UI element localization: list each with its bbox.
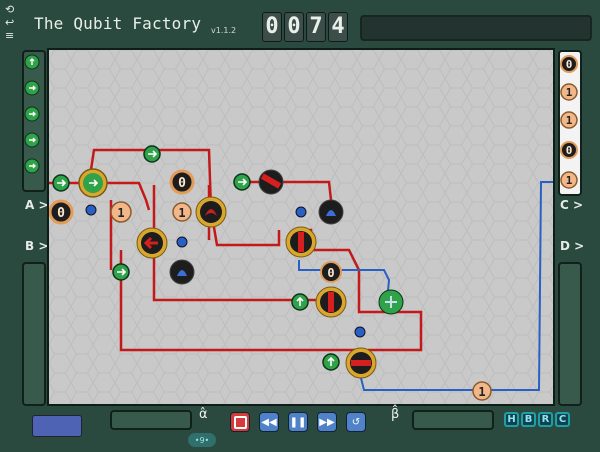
svg-text:1: 1 xyxy=(566,114,573,127)
right-arrow-icon xyxy=(233,173,251,191)
port-label-b: B > xyxy=(25,239,49,253)
bar-gate-icon xyxy=(315,286,347,318)
qubit-label: 0 xyxy=(57,206,65,221)
output-bit: 0 xyxy=(560,55,578,73)
output-sequence: 0 1 1 0 1 xyxy=(559,54,579,198)
rewind-button[interactable]: ◀◀ xyxy=(259,412,279,432)
side-tray-left-lower xyxy=(22,262,46,406)
bar-gate-icon xyxy=(345,347,377,379)
reset-button[interactable]: ↺ xyxy=(346,412,366,432)
output-bit: 1 xyxy=(560,111,578,129)
step-counter: 0 0 7 4 xyxy=(262,12,348,42)
undo-icon[interactable]: ⟲ xyxy=(5,4,14,15)
bar-gate-icon xyxy=(258,169,284,195)
port-label-a: A > xyxy=(25,198,49,212)
bar-gate-icon xyxy=(285,226,317,258)
back-icon[interactable]: ↩ xyxy=(5,17,14,28)
port-label-c: C > xyxy=(560,198,584,212)
hadamard-gate-icon xyxy=(378,289,404,315)
alpha-label: α̂ xyxy=(199,407,208,422)
flame-gate-icon xyxy=(318,199,344,225)
qubit-zero: 0 xyxy=(169,169,195,195)
beta-label: β̂ xyxy=(391,407,400,422)
app-title: The Qubit Factory xyxy=(34,14,202,33)
tag-r-button[interactable]: R xyxy=(538,412,553,427)
output-bit: 1 xyxy=(560,83,578,101)
step-indicator: •9• xyxy=(188,433,216,447)
bottom-tray-right xyxy=(412,410,494,430)
swap-gate-icon xyxy=(78,168,108,198)
input-queue xyxy=(24,54,40,174)
flame-gate-icon xyxy=(169,259,195,285)
output-bit: 1 xyxy=(560,171,578,189)
circuit-board[interactable]: 0 1 0 1 0 1 xyxy=(47,48,555,406)
tag-c-button[interactable]: C xyxy=(555,412,570,427)
up-arrow-icon xyxy=(322,353,340,371)
counter-digit: 4 xyxy=(328,12,348,42)
flame-gate-icon xyxy=(195,196,227,228)
qubit-label: 1 xyxy=(178,206,185,220)
fast-forward-button[interactable]: ▶▶ xyxy=(317,412,337,432)
qubit-label: 0 xyxy=(178,176,186,191)
counter-digit: 7 xyxy=(306,12,326,42)
side-tray-right-lower xyxy=(558,262,582,406)
game-window: ⟲ ↩ ≡ The Qubit Factory v1.1.2 0 0 7 4 A… xyxy=(0,0,600,452)
up-arrow-icon xyxy=(291,293,309,311)
qubit-zero: 0 xyxy=(320,261,342,283)
fast-forward-icon: ▶▶ xyxy=(319,416,335,428)
qubit-zero: 0 xyxy=(49,199,74,225)
qubit-label: 1 xyxy=(117,206,124,220)
qubit-label: 0 xyxy=(327,266,334,280)
app-version: v1.1.2 xyxy=(211,26,237,35)
pause-button[interactable]: ❚❚ xyxy=(288,412,308,432)
rotate-gate-icon xyxy=(136,227,168,259)
svg-text:1: 1 xyxy=(566,86,573,99)
output-bit: 0 xyxy=(560,141,578,159)
right-arrow-icon xyxy=(143,145,161,163)
qubit-one: 1 xyxy=(172,202,192,222)
menu-icon[interactable]: ≡ xyxy=(5,30,14,41)
svg-text:1: 1 xyxy=(566,174,573,187)
tag-h-button[interactable]: H xyxy=(504,412,519,427)
counter-digit: 0 xyxy=(262,12,282,42)
counter-digit: 0 xyxy=(284,12,304,42)
rewind-icon: ◀◀ xyxy=(261,416,277,428)
message-display xyxy=(360,15,592,41)
pause-icon: ❚❚ xyxy=(289,416,307,428)
stop-icon xyxy=(233,415,247,429)
svg-text:0: 0 xyxy=(566,144,573,157)
bottom-tray-left xyxy=(110,410,192,430)
svg-text:0: 0 xyxy=(566,58,573,71)
qubit-one: 1 xyxy=(110,201,132,223)
reset-icon: ↺ xyxy=(351,416,361,428)
tag-b-button[interactable]: B xyxy=(521,412,536,427)
right-arrow-icon xyxy=(52,174,70,192)
qubit-one: 1 xyxy=(472,381,492,401)
stop-button[interactable] xyxy=(230,412,250,432)
port-label-d: D > xyxy=(560,239,585,253)
castle-icon[interactable] xyxy=(32,415,82,437)
right-arrow-icon xyxy=(112,263,130,281)
qubit-label: 1 xyxy=(478,385,485,399)
